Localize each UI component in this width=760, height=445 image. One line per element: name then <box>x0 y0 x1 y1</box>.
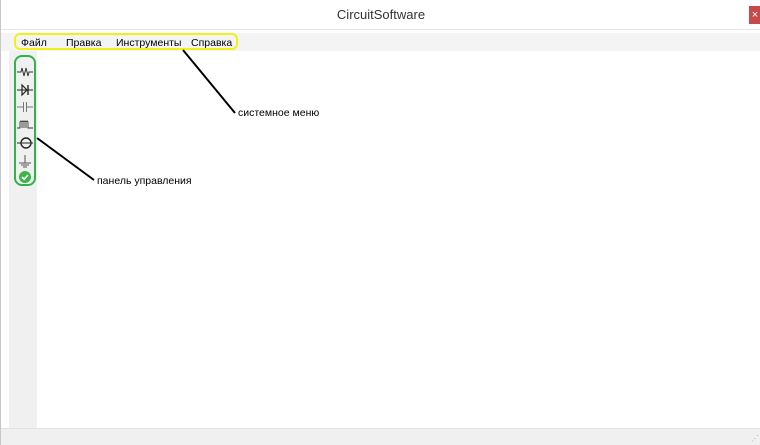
status-bar: ⋰ <box>1 428 760 445</box>
resize-grip-icon[interactable]: ⋰ <box>751 434 759 443</box>
panel-annotation-label: панель управления <box>97 175 192 187</box>
annotation-leader-lines <box>36 49 236 181</box>
app-window: CircuitSoftware × Файл Правка Инструмент… <box>0 0 760 445</box>
menu-annotation-label: системное меню <box>238 107 320 119</box>
